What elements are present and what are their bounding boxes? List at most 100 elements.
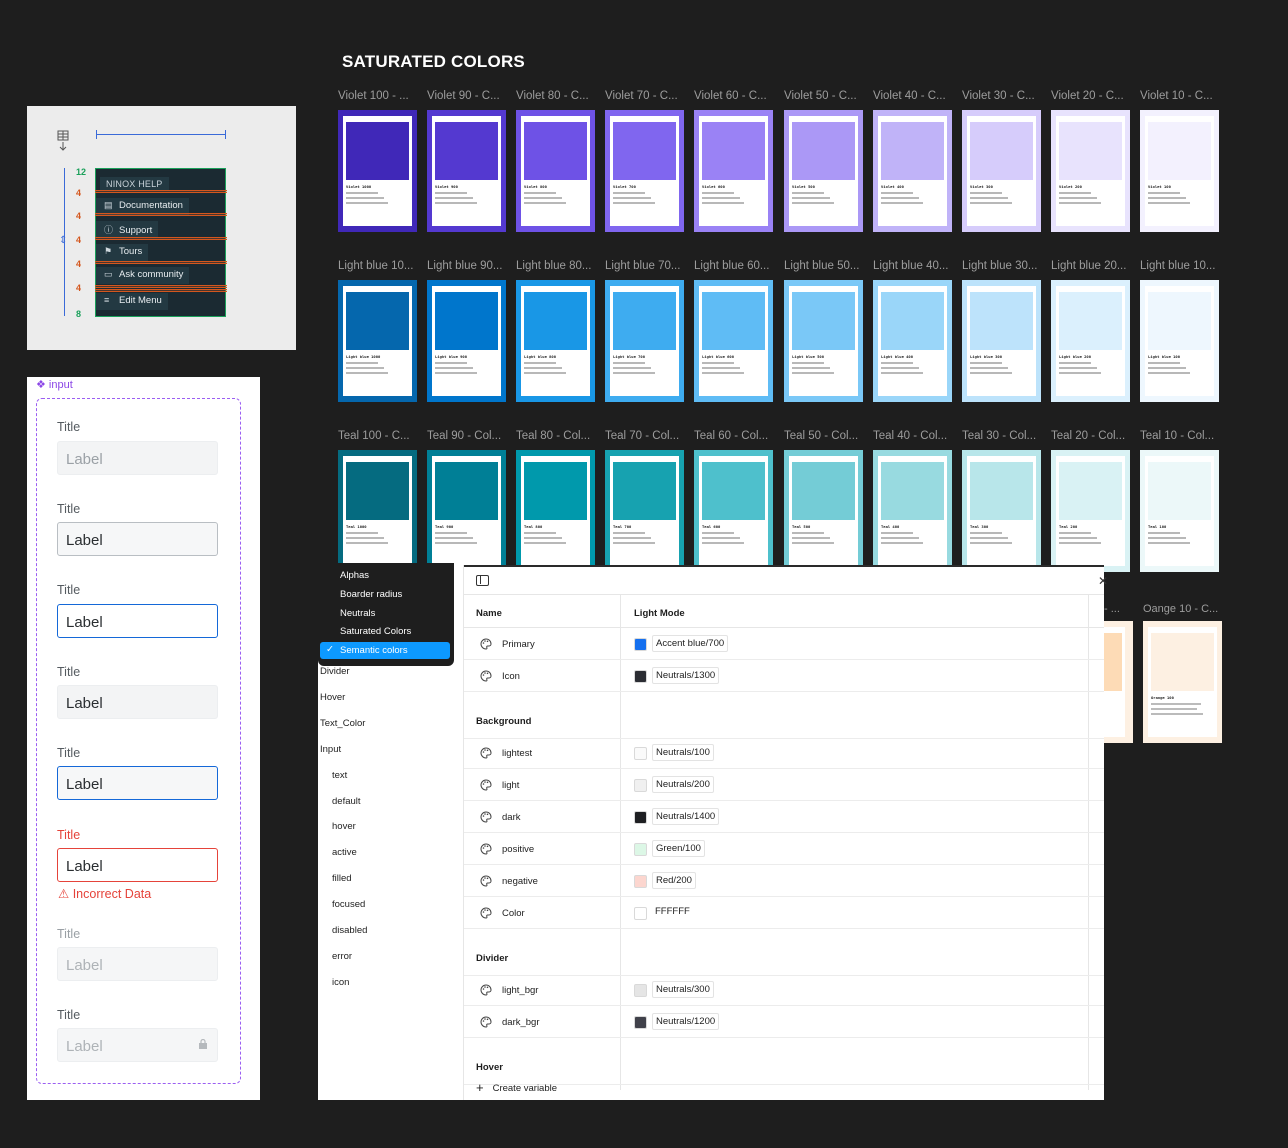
menu-item-support[interactable]: ⓘ Support <box>96 221 159 238</box>
collection-option[interactable]: Saturated Colors <box>320 623 450 640</box>
input-focused[interactable]: Label <box>57 766 218 800</box>
color-card[interactable]: Violet 600 <box>694 110 773 232</box>
group-item[interactable]: error <box>332 951 352 962</box>
color-card[interactable]: Light blue 500 <box>784 280 863 402</box>
color-card[interactable]: Violet 900 <box>427 110 506 232</box>
color-card[interactable]: Teal 100 <box>1140 450 1219 572</box>
variable-value[interactable]: Neutrals/1200 <box>652 1013 720 1030</box>
group-item[interactable]: active <box>332 847 357 858</box>
close-icon[interactable]: ✕ <box>1098 574 1108 588</box>
variable-row[interactable]: positive Green/100 <box>464 833 1104 865</box>
menu-item-ask-community[interactable]: ▭ Ask community <box>96 267 190 284</box>
color-card[interactable]: Teal 300 <box>962 450 1041 572</box>
color-code-line <box>970 537 1008 539</box>
group-item[interactable]: Text_Color <box>320 718 365 729</box>
color-card[interactable]: Light blue 900 <box>427 280 506 402</box>
variable-value[interactable]: Green/100 <box>652 840 705 857</box>
color-swatch <box>881 122 944 180</box>
input-default[interactable]: Label <box>57 441 218 475</box>
sidebar-toggle-icon[interactable] <box>476 575 489 586</box>
color-card[interactable]: Violet 500 <box>784 110 863 232</box>
color-code-line <box>881 192 913 194</box>
color-card[interactable]: Violet 100 <box>1140 110 1219 232</box>
variable-value[interactable]: Neutrals/100 <box>652 744 714 761</box>
color-swatch <box>702 462 765 520</box>
input-active[interactable]: Label <box>57 604 218 638</box>
color-chip <box>634 670 647 683</box>
swatch-label: - ... <box>1104 603 1120 615</box>
color-card[interactable]: Violet 400 <box>873 110 952 232</box>
color-swatch <box>435 462 498 520</box>
collection-option[interactable]: ✓ Semantic colors <box>320 642 450 660</box>
color-code-line <box>613 362 645 364</box>
color-name: Orange 100 <box>1151 695 1174 700</box>
error-message: ⚠ Incorrect Data <box>58 886 151 901</box>
color-card[interactable]: Teal 700 <box>605 450 684 572</box>
variable-row[interactable]: Icon Neutrals/1300 <box>464 660 1104 692</box>
variable-value[interactable]: Neutrals/300 <box>652 981 714 998</box>
input-error[interactable]: Label <box>57 848 218 882</box>
color-swatch <box>792 292 855 350</box>
color-card[interactable]: Violet 700 <box>605 110 684 232</box>
variable-row[interactable]: lightest Neutrals/100 <box>464 737 1104 769</box>
field-title: Title <box>57 927 81 941</box>
collection-option[interactable]: Alphas <box>320 567 450 584</box>
color-card[interactable]: Light blue 600 <box>694 280 773 402</box>
group-item[interactable]: text <box>332 770 347 781</box>
color-name: Violet 700 <box>613 184 636 189</box>
variable-value[interactable]: Red/200 <box>652 872 696 889</box>
collection-option[interactable]: Neutrals <box>320 605 450 622</box>
variable-name: negative <box>502 876 538 887</box>
color-card[interactable]: Teal 800 <box>516 450 595 572</box>
color-card[interactable]: Violet 1000 <box>338 110 417 232</box>
variable-row[interactable]: dark Neutrals/1400 <box>464 801 1104 833</box>
color-card[interactable]: Light blue 1000 <box>338 280 417 402</box>
color-card[interactable]: Teal 500 <box>784 450 863 572</box>
variable-value[interactable]: Accent blue/700 <box>652 635 729 652</box>
color-card[interactable]: Violet 300 <box>962 110 1041 232</box>
color-card[interactable]: Light blue 200 <box>1051 280 1130 402</box>
create-variable-button[interactable]: + Create variable <box>476 1080 557 1095</box>
group-item[interactable]: default <box>332 796 361 807</box>
color-card[interactable]: Light blue 100 <box>1140 280 1219 402</box>
group-item[interactable]: filled <box>332 873 352 884</box>
variable-value[interactable]: Neutrals/1400 <box>652 808 720 825</box>
color-swatch <box>613 292 676 350</box>
color-card[interactable]: Teal 600 <box>694 450 773 572</box>
group-item[interactable]: Input <box>320 744 341 755</box>
group-item[interactable]: disabled <box>332 925 367 936</box>
color-card[interactable]: Teal 200 <box>1051 450 1130 572</box>
color-card[interactable]: Light blue 700 <box>605 280 684 402</box>
color-card[interactable]: Light blue 300 <box>962 280 1041 402</box>
color-code-line <box>1059 372 1101 374</box>
variable-row[interactable]: negative Red/200 <box>464 865 1104 897</box>
variable-row[interactable]: light_bgr Neutrals/300 <box>464 974 1104 1006</box>
variable-value[interactable]: Neutrals/1300 <box>652 667 720 684</box>
variable-value[interactable]: Neutrals/200 <box>652 776 714 793</box>
group-item[interactable]: hover <box>332 821 356 832</box>
menu-item-edit-menu[interactable]: ≡ Edit Menu <box>96 293 168 310</box>
group-item[interactable]: focused <box>332 899 365 910</box>
variable-row[interactable]: Color FFFFFF <box>464 897 1104 929</box>
color-code-line <box>524 362 556 364</box>
input-filled[interactable]: Label <box>57 685 218 719</box>
color-code-line <box>702 362 734 364</box>
variable-row[interactable]: light Neutrals/200 <box>464 769 1104 801</box>
collection-option[interactable]: Boarder radius <box>320 586 450 603</box>
variable-row[interactable]: dark_bgr Neutrals/1200 <box>464 1006 1104 1038</box>
group-item[interactable]: icon <box>332 977 349 988</box>
variable-row[interactable]: Primary Accent blue/700 <box>464 628 1104 660</box>
color-card[interactable]: Teal 900 <box>427 450 506 572</box>
variable-value[interactable]: FFFFFF <box>652 904 693 919</box>
menu-item-tours[interactable]: ⚑ Tours <box>96 244 149 261</box>
color-card[interactable]: Teal 400 <box>873 450 952 572</box>
color-card[interactable]: Violet 200 <box>1051 110 1130 232</box>
color-card[interactable]: Violet 800 <box>516 110 595 232</box>
group-item[interactable]: Divider <box>320 666 350 677</box>
input-hover[interactable]: Label <box>57 522 218 556</box>
color-card[interactable]: Teal 1000 <box>338 450 417 572</box>
color-code-line <box>1059 202 1101 204</box>
color-card[interactable]: Light blue 800 <box>516 280 595 402</box>
color-card[interactable]: Light blue 400 <box>873 280 952 402</box>
group-item[interactable]: Hover <box>320 692 345 703</box>
